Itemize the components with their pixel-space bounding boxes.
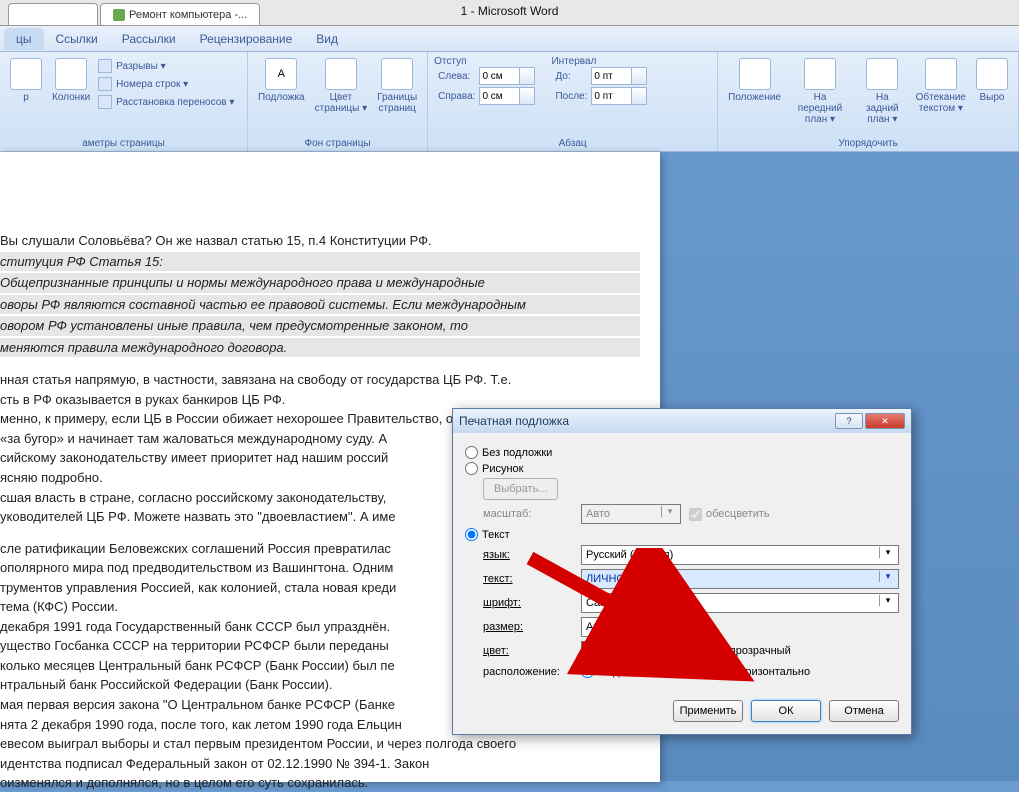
semitransparent-checkbox[interactable]: полупрозрачный bbox=[689, 645, 791, 658]
browser-tab-a[interactable] bbox=[8, 3, 98, 25]
radio-no-watermark[interactable]: Без подложки bbox=[465, 446, 899, 459]
ribbon-tab-review[interactable]: Рецензирование bbox=[188, 28, 305, 50]
send-back-button[interactable]: На задний план ▾ bbox=[855, 56, 910, 127]
doc-line: Общепризнанные принципы и нормы междунар… bbox=[0, 273, 640, 293]
ribbon-tab-layout[interactable]: цы bbox=[4, 28, 44, 50]
position-icon bbox=[739, 58, 771, 90]
columns-icon bbox=[55, 58, 87, 90]
font-label: шрифт: bbox=[483, 597, 573, 609]
page-color-button[interactable]: Цвет страницы ▾ bbox=[311, 56, 372, 116]
apply-button[interactable]: Применить bbox=[673, 700, 743, 722]
color-picker[interactable] bbox=[581, 641, 681, 661]
ribbon-tab-links[interactable]: Ссылки bbox=[44, 28, 110, 50]
layout-label: расположение: bbox=[483, 666, 573, 678]
group-page-setup: р Колонки Разрывы ▾ Номера строк ▾ Расст… bbox=[0, 52, 248, 151]
watermark-icon: A bbox=[265, 58, 297, 90]
group-arrange: Положение На передний план ▾ На задний п… bbox=[718, 52, 1019, 151]
ribbon-tabstrip: цы Ссылки Рассылки Рецензирование Вид bbox=[0, 26, 1019, 52]
margins-button[interactable]: р bbox=[6, 56, 46, 110]
watermark-dialog: Печатная подложка ? ✕ Без подложки Рисун… bbox=[452, 408, 912, 735]
doc-line: оворы РФ являются составной частью ее пр… bbox=[0, 295, 640, 315]
group-label: Упорядочить bbox=[724, 136, 1012, 151]
close-button[interactable]: ✕ bbox=[865, 413, 905, 429]
borders-icon bbox=[381, 58, 413, 90]
breaks-icon bbox=[98, 59, 112, 73]
radio-horizontal[interactable]: горизонтально bbox=[694, 665, 810, 678]
sel-icon bbox=[976, 58, 1008, 90]
pagecolor-icon bbox=[325, 58, 357, 90]
hyphen-icon bbox=[98, 95, 112, 109]
scale-label: масштаб: bbox=[483, 508, 573, 520]
group-page-background: AПодложка Цвет страницы ▾ Границы страни… bbox=[248, 52, 428, 151]
size-combo[interactable]: Авто bbox=[581, 617, 681, 637]
radio-diagonal[interactable]: по диагонали bbox=[581, 665, 666, 678]
radio-text[interactable]: Текст bbox=[465, 528, 899, 541]
doc-line: овором РФ установлены иные правила, чем … bbox=[0, 316, 640, 336]
ribbon-tab-mailings[interactable]: Рассылки bbox=[110, 28, 188, 50]
font-combo[interactable]: Calibri bbox=[581, 593, 899, 613]
washout-checkbox: обесцветить bbox=[689, 508, 770, 521]
scale-combo: Авто bbox=[581, 504, 681, 524]
dialog-body: Без подложки Рисунок Выбрать... масштаб:… bbox=[453, 433, 911, 692]
page-borders-button[interactable]: Границы страниц bbox=[373, 56, 421, 116]
ok-button[interactable]: ОК bbox=[751, 700, 821, 722]
spacing-before-input[interactable]: 0 пт bbox=[591, 67, 647, 85]
bring-front-button[interactable]: На передний план ▾ bbox=[787, 56, 853, 127]
browser-tab-b[interactable]: Ремонт компьютера -... bbox=[100, 3, 260, 25]
position-button[interactable]: Положение bbox=[724, 56, 785, 127]
doc-line: сть в РФ оказывается в руках банкиров ЦБ… bbox=[0, 391, 640, 409]
dialog-titlebar[interactable]: Печатная подложка ? ✕ bbox=[453, 409, 911, 433]
dialog-title: Печатная подложка bbox=[459, 414, 569, 428]
doc-line: нная статья напрямую, в частности, завяз… bbox=[0, 371, 640, 389]
indent-title: Отступ bbox=[434, 56, 535, 67]
spacing-after-input[interactable]: 0 пт bbox=[591, 87, 647, 105]
select-picture-button: Выбрать... bbox=[483, 478, 558, 500]
hyphenation-button[interactable]: Расстановка переносов ▾ bbox=[96, 94, 236, 110]
language-label: язык: bbox=[483, 549, 573, 561]
text-wrap-button[interactable]: Обтекание текстом ▾ bbox=[912, 56, 970, 127]
wrap-icon bbox=[925, 58, 957, 90]
text-label: текст: bbox=[483, 573, 573, 585]
favicon-icon bbox=[113, 9, 125, 21]
spacing-title: Интервал bbox=[551, 56, 647, 67]
cancel-button[interactable]: Отмена bbox=[829, 700, 899, 722]
doc-line: идентства подписал Федеральный закон от … bbox=[0, 755, 640, 773]
group-label: Фон страницы bbox=[254, 136, 421, 151]
columns-button[interactable]: Колонки bbox=[48, 56, 94, 110]
ribbon: р Колонки Разрывы ▾ Номера строк ▾ Расст… bbox=[0, 52, 1019, 152]
text-combo[interactable]: ЛИЧНОЕ bbox=[581, 569, 899, 589]
color-label: цвет: bbox=[483, 645, 573, 657]
group-paragraph: Отступ Слева:0 см Справа:0 см Интервал Д… bbox=[428, 52, 718, 151]
line-numbers-button[interactable]: Номера строк ▾ bbox=[96, 76, 236, 92]
selection-pane-button[interactable]: Выро bbox=[972, 56, 1012, 127]
doc-line: ституция РФ Статья 15: bbox=[0, 252, 640, 272]
indent-left-input[interactable]: 0 см bbox=[479, 67, 535, 85]
breaks-button[interactable]: Разрывы ▾ bbox=[96, 58, 236, 74]
group-label: аметры страницы bbox=[6, 136, 241, 151]
help-button[interactable]: ? bbox=[835, 413, 863, 429]
doc-line: Вы слушали Соловьёва? Он же назвал стать… bbox=[0, 232, 640, 250]
group-label: Абзац bbox=[434, 136, 711, 151]
radio-picture[interactable]: Рисунок bbox=[465, 462, 899, 475]
tab-label: Ремонт компьютера -... bbox=[129, 9, 247, 21]
language-combo[interactable]: Русский (Россия) bbox=[581, 545, 899, 565]
doc-line: меняются правила международного договора… bbox=[0, 338, 640, 358]
dialog-button-row: Применить ОК Отмена bbox=[453, 692, 911, 734]
doc-line: оизменялся и дополнялся, но в целом его … bbox=[0, 774, 640, 792]
ribbon-tab-view[interactable]: Вид bbox=[304, 28, 350, 50]
indent-right-input[interactable]: 0 см bbox=[479, 87, 535, 105]
back-icon bbox=[866, 58, 898, 90]
watermark-button[interactable]: AПодложка bbox=[254, 56, 309, 116]
margins-icon bbox=[10, 58, 42, 90]
doc-line: евесом выиграл выборы и стал первым през… bbox=[0, 735, 640, 753]
front-icon bbox=[804, 58, 836, 90]
lines-icon bbox=[98, 77, 112, 91]
size-label: размер: bbox=[483, 621, 573, 633]
window-title: 1 - Microsoft Word bbox=[461, 4, 559, 18]
